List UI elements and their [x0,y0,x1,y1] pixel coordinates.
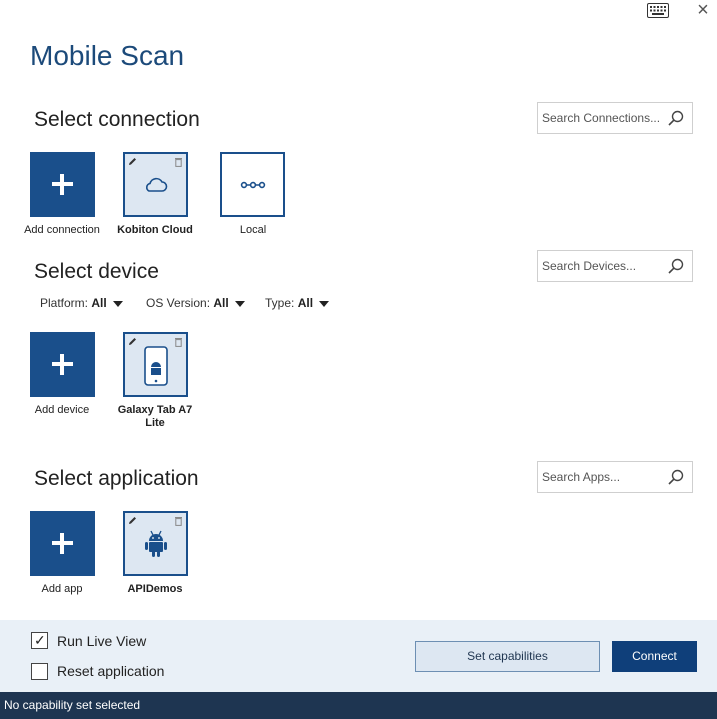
filter-label: Type: [265,296,295,310]
tile-label: Kobiton Cloud [117,224,193,236]
filter-label: Platform: [40,296,89,310]
search-connections[interactable] [537,102,693,134]
filter-value: All [91,296,107,310]
keyboard-icon[interactable] [647,3,669,18]
search-icon[interactable] [668,258,684,274]
search-apps[interactable] [537,461,693,493]
delete-icon[interactable] [174,516,183,526]
status-text: No capability set selected [4,698,141,712]
platform-filter[interactable]: Platform: All [40,296,123,310]
connection-tile-kobiton-cloud[interactable] [123,152,188,217]
status-bar: No capability set selected [0,692,717,719]
page-title: Mobile Scan [30,40,185,71]
connect-button[interactable]: Connect [612,641,697,672]
tile-label: Add connection [24,224,100,236]
reset-application-label[interactable]: Reset application [57,663,164,679]
tile-label: Add app [41,583,83,595]
tile-label: APIDemos [127,583,183,595]
chevron-down-icon [319,300,330,307]
search-connections-input[interactable] [542,109,660,127]
delete-icon[interactable] [174,157,183,167]
filter-value: All [297,296,314,310]
connection-tile-local[interactable] [220,152,285,217]
add-connection-button[interactable] [30,152,95,217]
android-icon [145,530,167,557]
search-devices[interactable] [537,250,693,282]
android-phone-icon [144,346,168,386]
tile-label: Galaxy Tab A7 Lite [117,404,193,429]
search-devices-input[interactable] [542,257,660,275]
section-title-connection: Select connection [34,108,200,131]
local-connection-icon [240,181,266,189]
cloud-icon [146,177,168,192]
set-capabilities-button[interactable]: Set capabilities [415,641,600,672]
search-icon[interactable] [668,110,684,126]
checkmark-icon: ✓ [34,632,46,648]
section-title-device: Select device [34,260,159,283]
device-tile-galaxy-tab[interactable] [123,332,188,397]
filter-value: All [213,296,229,310]
reset-application-checkbox[interactable] [31,663,48,680]
delete-icon[interactable] [174,337,183,347]
section-title-application: Select application [34,467,199,490]
app-tile-apidemos[interactable] [123,511,188,576]
add-app-button[interactable] [30,511,95,576]
filter-label: OS Version: [146,296,211,310]
edit-icon[interactable] [128,516,137,525]
os-version-filter[interactable]: OS Version: All [146,296,245,310]
add-device-button[interactable] [30,332,95,397]
search-apps-input[interactable] [542,468,660,486]
edit-icon[interactable] [128,337,137,346]
search-icon[interactable] [668,469,684,485]
tile-label: Local [239,224,267,236]
chevron-down-icon [234,300,245,307]
type-filter[interactable]: Type: All [265,296,330,310]
footer-panel [0,620,717,692]
tile-label: Add device [34,404,90,416]
edit-icon[interactable] [128,157,137,166]
run-live-view-checkbox[interactable]: ✓ [31,632,48,649]
run-live-view-label[interactable]: Run Live View [57,633,146,649]
close-icon[interactable]: × [693,0,713,20]
chevron-down-icon [112,300,123,307]
